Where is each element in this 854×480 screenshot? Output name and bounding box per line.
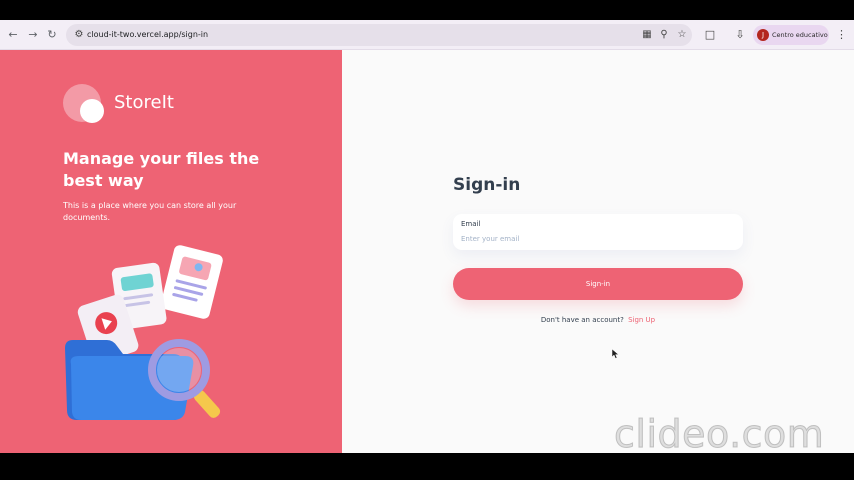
translate-icon[interactable]: ▦: [640, 28, 654, 42]
email-field-container: Email: [453, 214, 743, 250]
bookmark-star-icon[interactable]: ☆: [675, 28, 689, 42]
extensions-icon[interactable]: □: [703, 28, 717, 42]
brand-panel: StoreIt Manage your files the best way T…: [0, 50, 342, 453]
email-field[interactable]: [461, 232, 731, 245]
forward-icon[interactable]: →: [26, 28, 40, 42]
watermark: clideo.com: [613, 412, 825, 454]
email-label: Email: [461, 220, 481, 228]
back-icon[interactable]: ←: [6, 28, 20, 42]
screen: ← → ↻ ⚙ cloud-it-two.vercel.app/sign-in …: [0, 0, 854, 480]
logo-icon-inner: [80, 99, 104, 123]
browser-toolbar: ← → ↻ ⚙ cloud-it-two.vercel.app/sign-in …: [0, 20, 854, 50]
image-document-icon: [160, 245, 223, 319]
hero-headline: Manage your files the best way: [63, 149, 260, 190]
download-icon[interactable]: ⇩: [733, 28, 747, 42]
reload-icon[interactable]: ↻: [45, 28, 59, 42]
signup-link[interactable]: Sign Up: [628, 316, 655, 324]
profile-name: Centro educativo: [772, 31, 828, 39]
page-title: Sign-in: [453, 175, 521, 195]
url-text[interactable]: cloud-it-two.vercel.app/sign-in: [87, 28, 208, 42]
signin-panel: Sign-in Email Sign-in Don't have an acco…: [342, 50, 854, 453]
signin-button[interactable]: Sign-in: [453, 268, 743, 300]
address-bar[interactable]: ⚙ cloud-it-two.vercel.app/sign-in ▦ ⚲ ☆: [66, 24, 692, 46]
signup-prompt: Don't have an account?: [540, 316, 624, 324]
signup-row: Don't have an account? Sign Up: [453, 316, 743, 324]
brand-name: StoreIt: [114, 92, 174, 113]
letterbox-bottom: [0, 453, 854, 480]
zoom-icon[interactable]: ⚲: [657, 28, 671, 42]
avatar: J: [757, 29, 769, 41]
menu-dots-icon[interactable]: ⋮: [836, 28, 847, 42]
site-info-icon[interactable]: ⚙: [72, 28, 86, 42]
mouse-cursor-icon: [612, 349, 620, 359]
letterbox-top: [0, 0, 854, 20]
profile-button[interactable]: J Centro educativo: [753, 25, 829, 45]
files-illustration: [65, 245, 223, 420]
hero-subtext: This is a place where you can store all …: [63, 201, 237, 222]
